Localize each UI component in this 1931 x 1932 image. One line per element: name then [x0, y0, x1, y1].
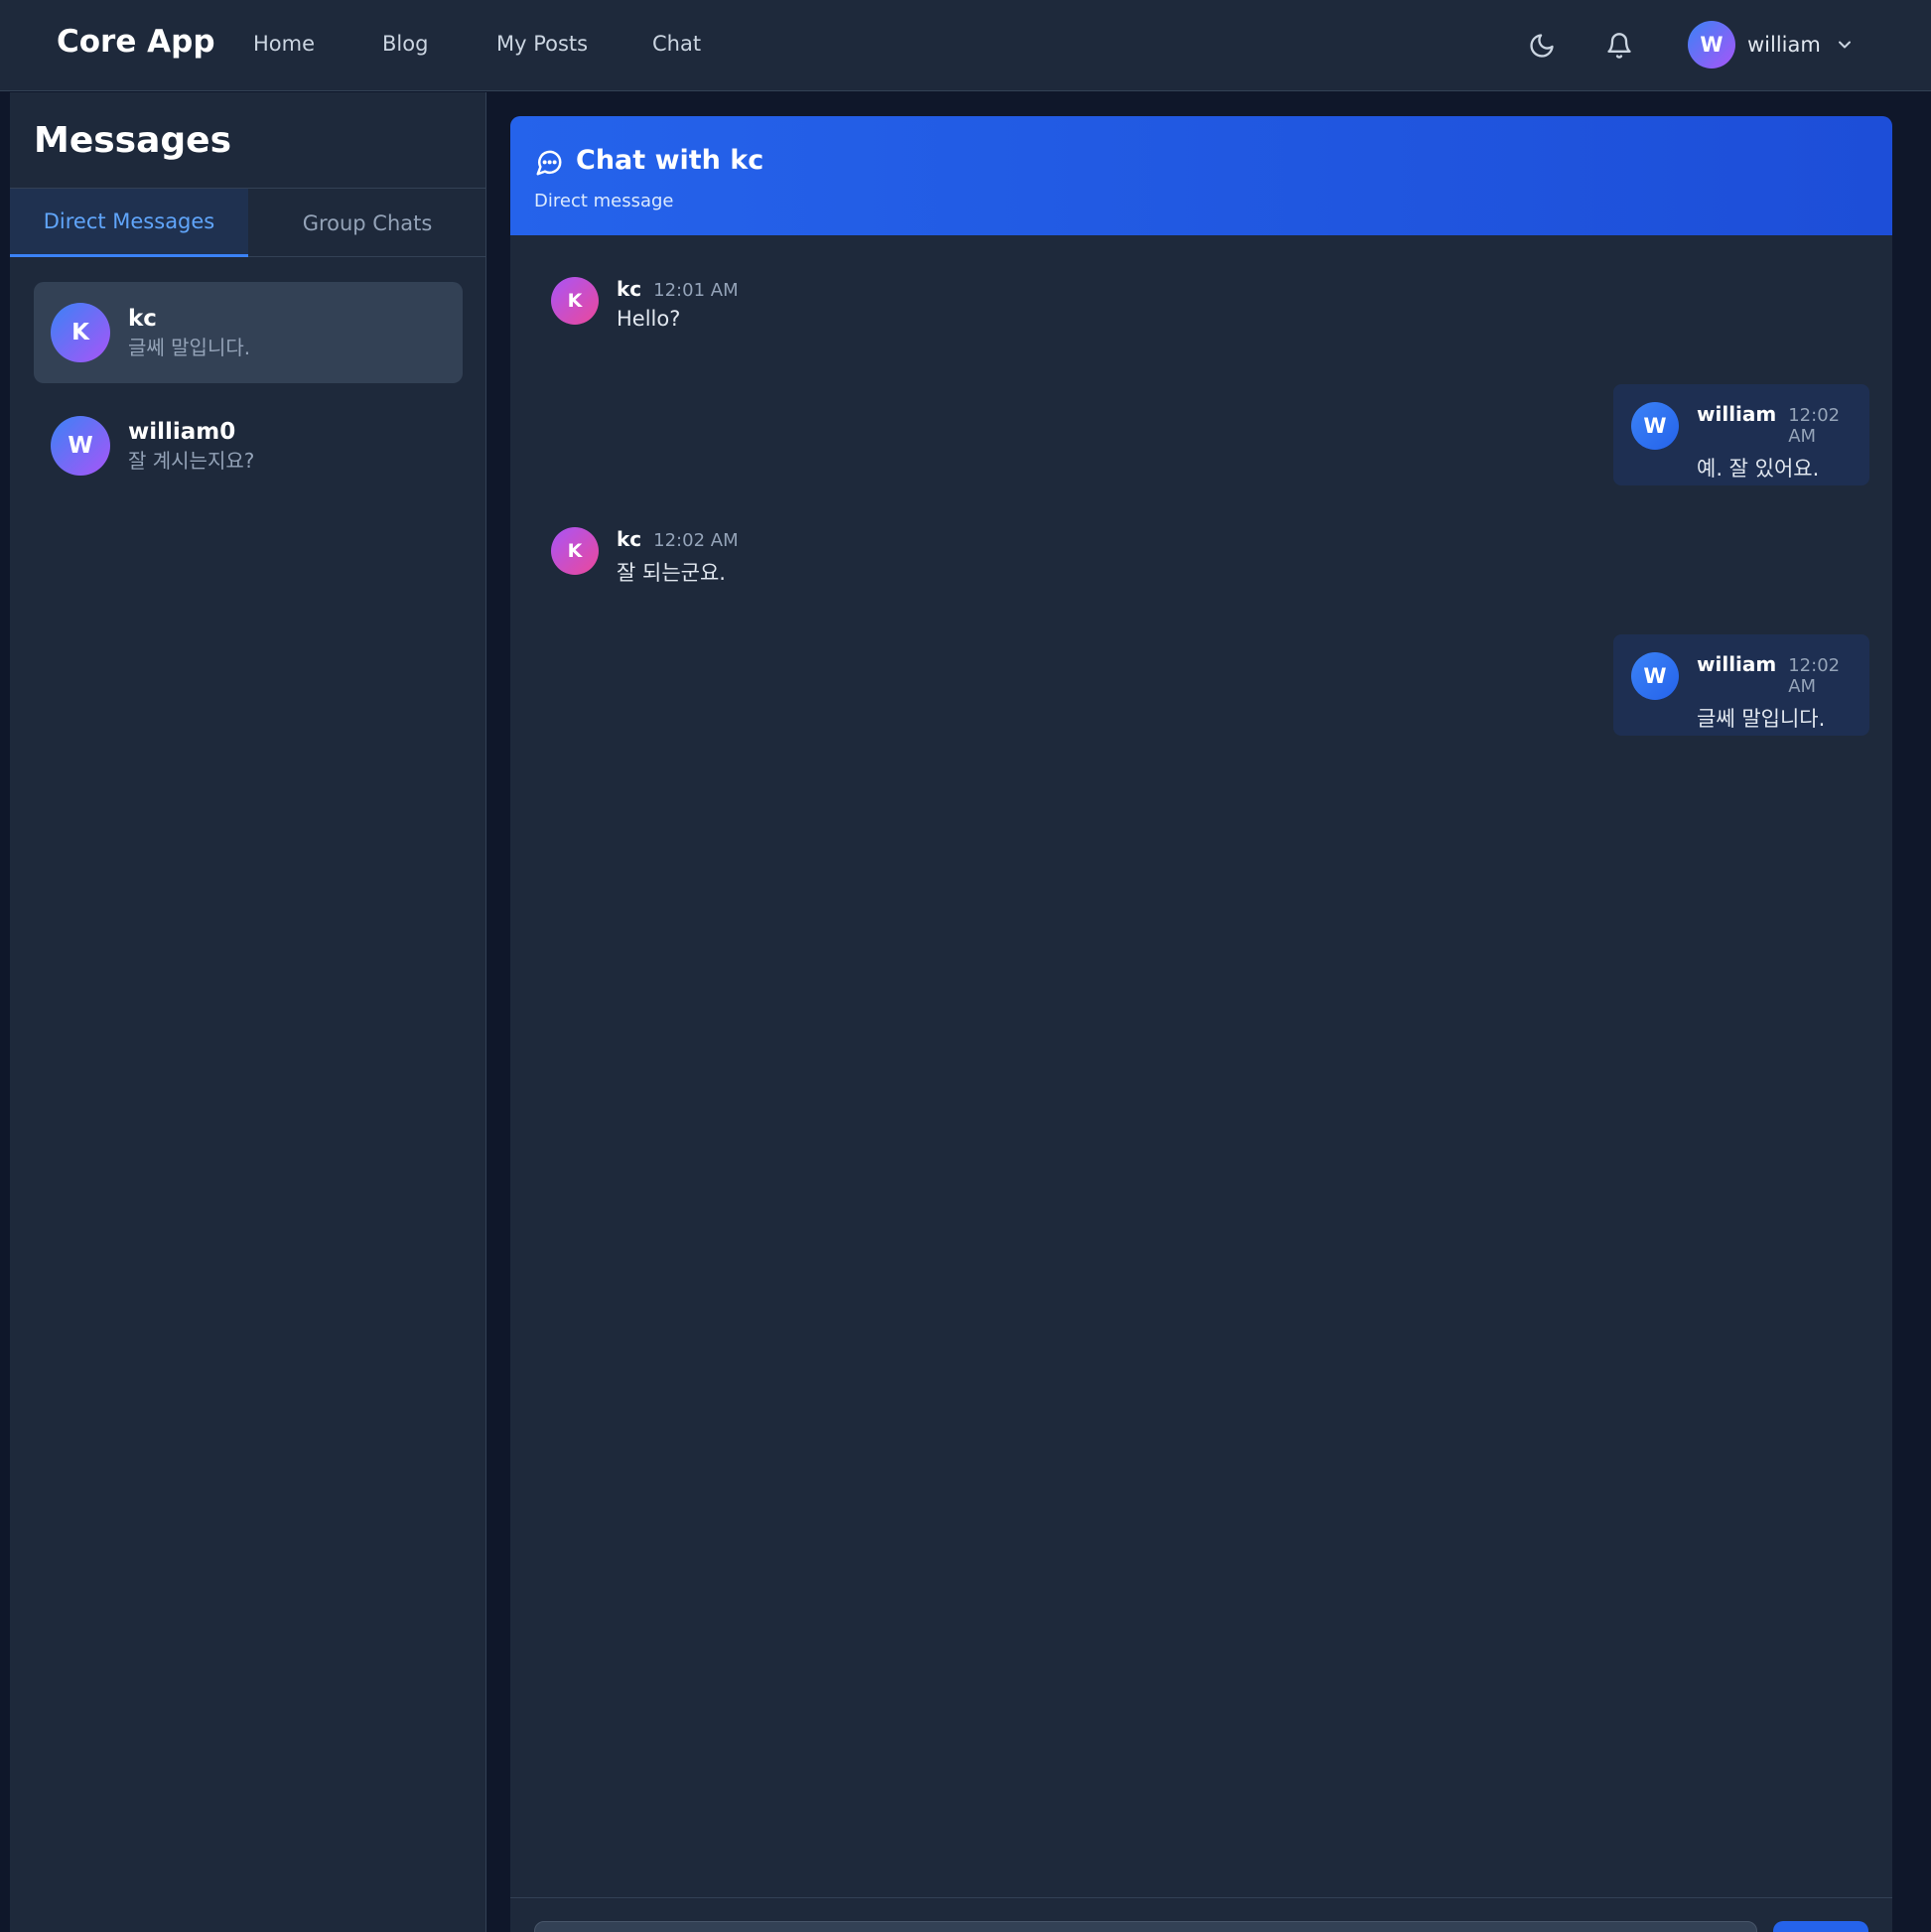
nav-link-my-posts[interactable]: My Posts	[496, 32, 588, 56]
message-sender: kc	[617, 527, 642, 551]
conversation-preview: 글쎄 말입니다.	[128, 336, 251, 359]
sidebar-title: Messages	[34, 120, 232, 161]
message-sender: william	[1697, 402, 1777, 426]
conversation-preview: 잘 계시는지요?	[128, 449, 255, 473]
message-time: 12:02 AM	[1788, 405, 1841, 447]
top-navbar: Core App Home Blog My Posts Chat W willi…	[0, 0, 1931, 91]
message-sender: kc	[617, 277, 642, 301]
moon-icon[interactable]	[1524, 28, 1560, 64]
chat-bubble-icon	[534, 148, 564, 178]
message-text: Hello?	[617, 307, 681, 331]
avatar: W	[51, 416, 110, 476]
composer-divider	[510, 1897, 1892, 1898]
tab-direct-messages[interactable]: Direct Messages	[10, 189, 248, 257]
messages-sidebar: Messages Direct Messages Group Chats K k…	[10, 92, 486, 1932]
bell-icon[interactable]	[1601, 28, 1637, 64]
brand-logo[interactable]: Core App	[57, 24, 215, 60]
avatar: K	[51, 303, 110, 362]
tab-group-chats[interactable]: Group Chats	[248, 189, 486, 257]
message-text: 글쎄 말입니다.	[1697, 707, 1826, 731]
conversation-item-william0[interactable]: W william0 잘 계시는지요?	[34, 395, 463, 496]
chat-title: Chat with kc	[576, 145, 764, 176]
conversation-name: william0	[128, 419, 236, 445]
conversation-item-kc[interactable]: K kc 글쎄 말입니다.	[34, 282, 463, 383]
message-text: 예. 잘 있어요.	[1697, 457, 1820, 481]
user-name: william	[1747, 33, 1821, 57]
nav-link-chat[interactable]: Chat	[652, 32, 701, 56]
message-time: 12:02 AM	[1788, 655, 1841, 697]
message-tabs: Direct Messages Group Chats	[10, 188, 486, 257]
message-time: 12:01 AM	[653, 280, 739, 301]
chat-header: Chat with kc Direct message	[510, 116, 1892, 235]
avatar: K	[551, 277, 599, 325]
avatar: W	[1631, 402, 1679, 450]
avatar: K	[551, 527, 599, 575]
message-item-own: W william 12:02 AM 글쎄 말입니다.	[1613, 634, 1869, 736]
avatar: W	[1688, 21, 1735, 69]
avatar: W	[1631, 652, 1679, 700]
chat-panel: Chat with kc Direct message K kc 12:01 A…	[510, 116, 1892, 1932]
chat-subtitle: Direct message	[534, 191, 674, 211]
message-item: K kc 12:01 AM Hello?	[551, 277, 739, 331]
nav-link-blog[interactable]: Blog	[382, 32, 428, 56]
conversation-name: kc	[128, 306, 157, 332]
send-button[interactable]	[1773, 1921, 1868, 1932]
user-menu[interactable]: W william	[1688, 20, 1855, 69]
message-text: 잘 되는군요.	[617, 561, 726, 585]
message-item: K kc 12:02 AM 잘 되는군요.	[551, 527, 739, 587]
chevron-down-icon	[1835, 35, 1855, 55]
message-input[interactable]	[534, 1921, 1757, 1932]
nav-link-home[interactable]: Home	[253, 32, 315, 56]
message-time: 12:02 AM	[653, 530, 739, 551]
message-sender: william	[1697, 652, 1777, 676]
message-item-own: W william 12:02 AM 예. 잘 있어요.	[1613, 384, 1869, 485]
